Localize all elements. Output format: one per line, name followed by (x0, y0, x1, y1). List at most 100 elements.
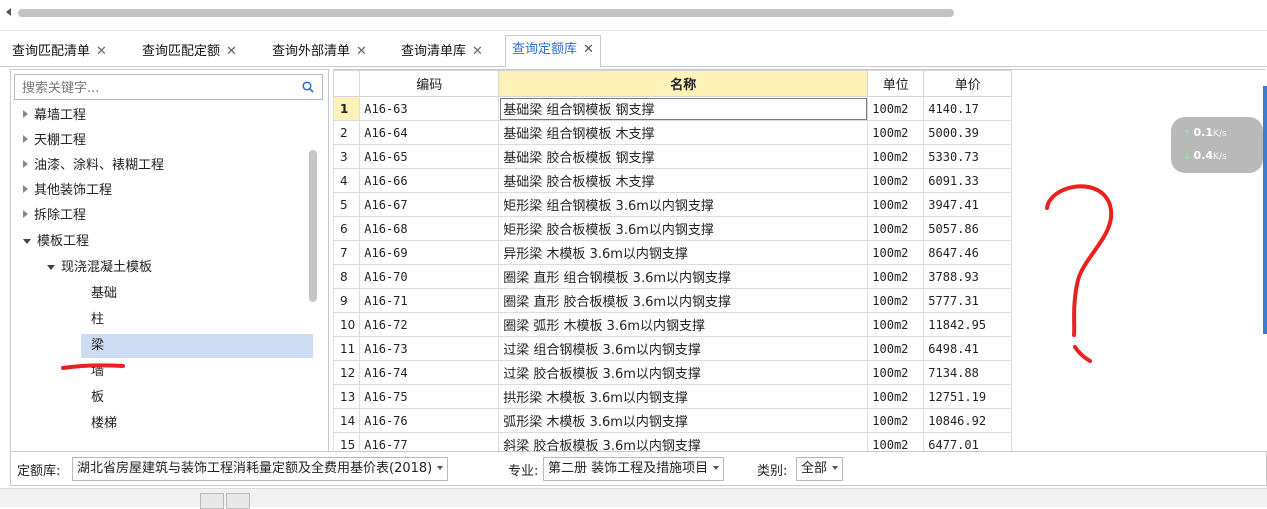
code-cell[interactable]: A16-67 (359, 192, 500, 217)
major-dropdown[interactable]: 第二册 装饰工程及措施项目 (543, 457, 725, 481)
tree-item-cast-concrete-formwork[interactable]: 现浇混凝土模板 (47, 256, 152, 280)
name-cell[interactable]: 过梁 胶合板模板 3.6m以内钢支撑 (498, 360, 869, 385)
expand-arrow-icon[interactable] (23, 110, 28, 118)
table-row[interactable]: 13 A16-75 拱形梁 木模板 3.6m以内钢支撑 100m2 12751.19 (332, 384, 1013, 409)
tree-scrollbar-thumb[interactable] (309, 150, 317, 302)
tree-item-other-decoration[interactable]: 其他装饰工程 (23, 179, 112, 203)
price-cell[interactable]: 3947.41 (923, 192, 1013, 217)
table-row[interactable]: 6 A16-68 矩形梁 胶合板模板 3.6m以内钢支撑 100m2 5057.86 (332, 216, 1013, 241)
name-cell[interactable]: 过梁 组合钢模板 3.6m以内钢支撑 (498, 336, 869, 361)
unit-cell[interactable]: 100m2 (867, 360, 925, 385)
code-cell[interactable]: A16-64 (359, 120, 500, 145)
table-row[interactable]: 7 A16-69 异形梁 木模板 3.6m以内钢支撑 100m2 8647.46 (332, 240, 1013, 265)
price-cell[interactable]: 5330.73 (923, 144, 1013, 169)
code-cell[interactable]: A16-69 (359, 240, 500, 265)
unit-cell[interactable]: 100m2 (867, 120, 925, 145)
table-row[interactable]: 5 A16-67 矩形梁 组合钢模板 3.6m以内钢支撑 100m2 3947.41 (332, 192, 1013, 217)
table-row[interactable]: 2 A16-64 基础梁 组合钢模板 木支撑 100m2 5000.39 (332, 120, 1013, 145)
row-number[interactable]: 9 (332, 288, 361, 313)
tab-query-match-list[interactable]: 查询匹配清单 ✕ (12, 38, 107, 66)
row-number[interactable]: 1 (332, 96, 361, 121)
tree-item-column[interactable]: 柱 (91, 308, 104, 332)
name-header[interactable]: 名称 (498, 70, 869, 97)
unit-cell[interactable]: 100m2 (867, 192, 925, 217)
close-icon[interactable]: ✕ (226, 44, 237, 59)
horizontal-scrollbar[interactable] (0, 0, 1267, 31)
unit-cell[interactable]: 100m2 (867, 144, 925, 169)
status-button[interactable] (200, 493, 224, 509)
code-cell[interactable]: A16-68 (359, 216, 500, 241)
price-cell[interactable]: 6091.33 (923, 168, 1013, 193)
unit-cell[interactable]: 100m2 (867, 168, 925, 193)
price-cell[interactable]: 12751.19 (923, 384, 1013, 409)
price-cell[interactable]: 5000.39 (923, 120, 1013, 145)
close-icon[interactable]: ✕ (356, 44, 367, 59)
unit-cell[interactable]: 100m2 (867, 216, 925, 241)
table-row[interactable]: 12 A16-74 过梁 胶合板模板 3.6m以内钢支撑 100m2 7134.88 (332, 360, 1013, 385)
row-number[interactable]: 12 (332, 360, 361, 385)
name-cell[interactable]: 基础梁 胶合板模板 钢支撑 (498, 144, 869, 169)
code-header[interactable]: 编码 (359, 70, 500, 97)
row-number[interactable]: 2 (332, 120, 361, 145)
code-cell[interactable]: A16-73 (359, 336, 500, 361)
name-cell[interactable]: 异形梁 木模板 3.6m以内钢支撑 (498, 240, 869, 265)
price-cell[interactable]: 7134.88 (923, 360, 1013, 385)
collapse-arrow-icon[interactable] (47, 265, 55, 270)
code-cell[interactable]: A16-74 (359, 360, 500, 385)
unit-cell[interactable]: 100m2 (867, 336, 925, 361)
unit-cell[interactable]: 100m2 (867, 384, 925, 409)
table-row[interactable]: 3 A16-65 基础梁 胶合板模板 钢支撑 100m2 5330.73 (332, 144, 1013, 169)
tree-item-beam[interactable]: 梁 (81, 334, 313, 358)
price-cell[interactable]: 5777.31 (923, 288, 1013, 313)
table-row[interactable]: 1 A16-63 基础梁 组合钢模板 钢支撑 100m2 4140.17 (332, 96, 1013, 121)
row-number[interactable]: 3 (332, 144, 361, 169)
table-row[interactable]: 14 A16-76 弧形梁 木模板 3.6m以内钢支撑 100m2 10846.92 (332, 408, 1013, 433)
search-input[interactable] (20, 76, 294, 100)
price-cell[interactable]: 5057.86 (923, 216, 1013, 241)
unit-header[interactable]: 单位 (867, 70, 925, 97)
tree-item-curtain-wall[interactable]: 幕墙工程 (23, 104, 86, 128)
tree-item-painting[interactable]: 油漆、涂料、裱糊工程 (23, 154, 164, 178)
tree-item-slab[interactable]: 板 (91, 386, 104, 410)
close-icon[interactable]: ✕ (583, 42, 594, 57)
unit-cell[interactable]: 100m2 (867, 288, 925, 313)
name-cell[interactable]: 圈梁 弧形 木模板 3.6m以内钢支撑 (498, 312, 869, 337)
code-cell[interactable]: A16-66 (359, 168, 500, 193)
unit-cell[interactable]: 100m2 (867, 240, 925, 265)
row-number[interactable]: 5 (332, 192, 361, 217)
code-cell[interactable]: A16-65 (359, 144, 500, 169)
code-cell[interactable]: A16-72 (359, 312, 500, 337)
table-row[interactable]: 9 A16-71 圈梁 直形 胶合板模板 3.6m以内钢支撑 100m2 5777.31 (332, 288, 1013, 313)
price-cell[interactable]: 8647.46 (923, 240, 1013, 265)
tree-item-foundation[interactable]: 基础 (91, 282, 117, 306)
name-cell[interactable]: 基础梁 组合钢模板 木支撑 (498, 120, 869, 145)
unit-cell[interactable]: 100m2 (867, 408, 925, 433)
name-cell[interactable]: 基础梁 组合钢模板 钢支撑 (498, 96, 869, 121)
row-number[interactable]: 8 (332, 264, 361, 289)
expand-arrow-icon[interactable] (23, 185, 28, 193)
unit-cell[interactable]: 100m2 (867, 264, 925, 289)
price-cell[interactable]: 4140.17 (923, 96, 1013, 121)
table-row[interactable]: 4 A16-66 基础梁 胶合板模板 木支撑 100m2 6091.33 (332, 168, 1013, 193)
library-dropdown[interactable]: 湖北省房屋建筑与装饰工程消耗量定额及全费用基价表(2018) (72, 457, 449, 481)
code-cell[interactable]: A16-76 (359, 408, 500, 433)
price-cell[interactable]: 3788.93 (923, 264, 1013, 289)
scrollbar-thumb[interactable] (18, 9, 954, 17)
name-cell[interactable]: 圈梁 直形 胶合板模板 3.6m以内钢支撑 (498, 288, 869, 313)
table-row[interactable]: 11 A16-73 过梁 组合钢模板 3.6m以内钢支撑 100m2 6498.41 (332, 336, 1013, 361)
expand-arrow-icon[interactable] (23, 135, 28, 143)
name-cell[interactable]: 圈梁 直形 组合钢模板 3.6m以内钢支撑 (498, 264, 869, 289)
expand-arrow-icon[interactable] (23, 160, 28, 168)
unit-cell[interactable]: 100m2 (867, 312, 925, 337)
row-number[interactable]: 11 (332, 336, 361, 361)
expand-arrow-icon[interactable] (23, 210, 28, 218)
tab-query-external-list[interactable]: 查询外部清单 ✕ (272, 38, 367, 66)
price-header[interactable]: 单价 (923, 70, 1013, 97)
tree-item-stairs[interactable]: 楼梯 (91, 412, 117, 436)
code-cell[interactable]: A16-71 (359, 288, 500, 313)
price-cell[interactable]: 11842.95 (923, 312, 1013, 337)
collapse-arrow-icon[interactable] (23, 239, 31, 244)
name-cell[interactable]: 基础梁 胶合板模板 木支撑 (498, 168, 869, 193)
category-dropdown[interactable]: 全部 (796, 457, 844, 481)
row-number[interactable]: 13 (332, 384, 361, 409)
